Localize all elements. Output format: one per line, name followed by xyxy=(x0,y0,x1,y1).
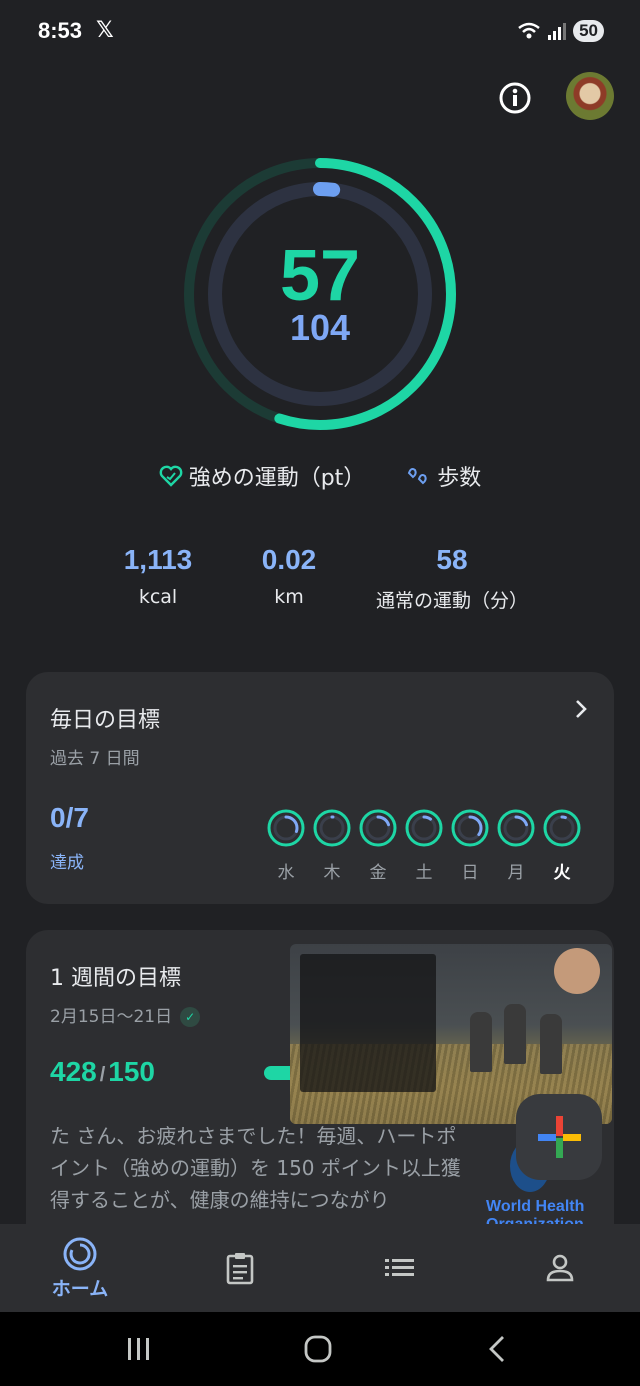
stat-label: kcal xyxy=(138,586,178,608)
info-icon[interactable] xyxy=(498,81,532,115)
stat-label: 通常の運動（分） xyxy=(375,590,528,612)
system-navigation-bar xyxy=(0,1312,640,1386)
stat-move-minutes: 58 通常の運動（分） xyxy=(352,544,552,613)
day-label-today: 火 xyxy=(553,863,571,883)
pip-streamer-face xyxy=(554,948,600,994)
pip-figure xyxy=(470,1012,492,1072)
day-label: 日 xyxy=(461,863,479,883)
daily-goals-count-label: 達成 xyxy=(50,853,84,873)
chevron-right-icon[interactable] xyxy=(574,698,588,726)
pip-figure xyxy=(504,1004,526,1064)
day-label: 木 xyxy=(323,863,341,883)
nav-journal[interactable] xyxy=(190,1224,290,1312)
steps-legend-label: 歩数 xyxy=(437,466,482,491)
status-time: 8:53 xyxy=(38,18,83,43)
day-ring-item: 木 xyxy=(312,808,352,883)
home-rings-icon xyxy=(63,1237,97,1270)
day-inner-ring-track xyxy=(411,815,437,841)
nav-home-label: ホーム xyxy=(51,1277,109,1300)
avatar[interactable] xyxy=(566,72,614,120)
nav-browse[interactable] xyxy=(350,1224,450,1312)
weekly-goal-title: 1 週間の目標 xyxy=(50,966,181,991)
day-rings: 水 木 金 土 日 月 火 xyxy=(266,808,582,883)
nav-home[interactable]: ホーム xyxy=(30,1224,130,1312)
battery-indicator: 50 xyxy=(573,20,604,42)
home-button-icon[interactable] xyxy=(303,1334,333,1364)
signal-icon xyxy=(548,23,567,40)
daily-goals-subtitle: 過去 7 日間 xyxy=(50,749,140,769)
weekly-goal-target: 150 xyxy=(108,1056,155,1087)
nav-profile[interactable] xyxy=(510,1224,610,1312)
day-label: 水 xyxy=(277,863,295,883)
recent-apps-icon[interactable] xyxy=(126,1336,152,1362)
stat-calories: 1,113 kcal xyxy=(108,544,208,608)
heart-points-value: 57 xyxy=(279,236,361,316)
day-label: 月 xyxy=(507,863,525,883)
stat-value: 0.02 xyxy=(261,544,317,575)
day-ring-item: 水 xyxy=(266,808,306,883)
daily-goals-count: 0/7 xyxy=(50,802,89,833)
weekly-goal-date-range: 2月15日〜21日 xyxy=(50,1007,173,1027)
day-ring-item: 火 xyxy=(542,808,582,883)
heart-legend: 強めの運動（pt） xyxy=(159,460,366,492)
status-bar: 8:53 𝕏 50 xyxy=(0,0,640,64)
person-icon xyxy=(546,1254,574,1282)
day-label: 金 xyxy=(369,863,387,883)
pip-game-panel xyxy=(300,954,436,1092)
bottom-navigation: ホーム xyxy=(0,1224,640,1312)
x-app-icon: 𝕏 xyxy=(96,18,114,43)
day-inner-ring-track xyxy=(319,815,345,841)
stat-label: km xyxy=(274,586,304,608)
pip-figure xyxy=(540,1014,562,1074)
steps-value: 104 xyxy=(289,307,351,348)
day-inner-ring-track xyxy=(549,815,575,841)
plus-icon xyxy=(538,1116,581,1158)
stat-value: 58 xyxy=(436,544,468,575)
who-line1: World Health xyxy=(486,1198,585,1215)
list-icon xyxy=(385,1259,414,1276)
daily-goals-card[interactable]: 毎日の目標 過去 7 日間 0/7 達成 水 木 金 土 日 月 火 xyxy=(26,672,614,904)
heart-legend-label: 強めの運動（pt） xyxy=(188,466,366,491)
stat-value: 1,113 xyxy=(123,544,193,575)
weekly-goal-dates: 2月15日〜21日 ✓ xyxy=(50,1002,201,1027)
day-ring-item: 月 xyxy=(496,808,536,883)
wifi-icon xyxy=(518,22,540,39)
stat-distance: 0.02 km xyxy=(239,544,339,608)
back-icon[interactable] xyxy=(487,1334,507,1364)
day-ring-item: 日 xyxy=(450,808,490,883)
clipboard-icon xyxy=(226,1253,254,1285)
daily-goals-title: 毎日の目標 xyxy=(50,708,161,733)
weekly-goal-value: 428/150 xyxy=(50,1056,155,1088)
ring-legend: 強めの運動（pt） 歩数 xyxy=(0,460,640,492)
slash: / xyxy=(99,1064,106,1086)
check-icon: ✓ xyxy=(180,1007,201,1027)
footsteps-icon xyxy=(408,468,427,485)
steps-legend: 歩数 xyxy=(405,460,481,492)
add-activity-button[interactable] xyxy=(516,1094,602,1180)
heart-icon xyxy=(159,465,183,487)
status-icons: 50 xyxy=(517,20,604,42)
weekly-goal-current: 428 xyxy=(50,1056,97,1087)
day-ring-item: 土 xyxy=(404,808,444,883)
day-ring-item: 金 xyxy=(358,808,398,883)
weekly-goal-message: た さん、お疲れさまでした！毎週、ハートポイント（強めの運動）を 150 ポイン… xyxy=(50,1124,461,1212)
day-label: 土 xyxy=(415,863,433,883)
activity-rings[interactable]: 57 104 xyxy=(180,154,460,434)
